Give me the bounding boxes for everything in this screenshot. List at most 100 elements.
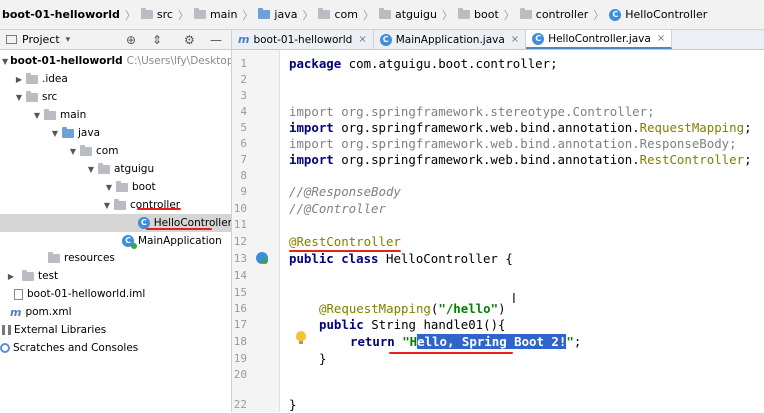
- tree-item-idea[interactable]: ▶ .idea: [0, 70, 231, 88]
- line-number: 3: [240, 89, 247, 102]
- source-folder-icon: [62, 126, 74, 138]
- tree-item-controller[interactable]: ▼ controller: [0, 196, 231, 214]
- tree-item-scratches[interactable]: Scratches and Consoles: [0, 339, 231, 357]
- code-token: String handle01(){: [363, 317, 506, 332]
- expand-right-icon[interactable]: ▶: [14, 75, 24, 84]
- breadcrumb-java[interactable]: java: [258, 8, 297, 21]
- tab-mainapplication[interactable]: C MainApplication.java ×: [374, 30, 527, 49]
- code-line-19: }: [319, 351, 326, 367]
- breadcrumb-src[interactable]: src: [140, 8, 173, 21]
- breadcrumb-separator-icon: 〉: [177, 8, 189, 22]
- tree-label: boot-01-helloworld.iml: [27, 288, 146, 300]
- maven-icon: m: [238, 33, 250, 46]
- line-number: 18: [233, 335, 247, 348]
- breadcrumb-hellocontroller[interactable]: C HelloController: [609, 8, 707, 21]
- tab-label: HelloController.java: [548, 32, 651, 45]
- intention-bulb-icon[interactable]: [296, 331, 306, 344]
- tree-item-main[interactable]: ▼ main: [0, 106, 231, 124]
- tree-item-iml[interactable]: boot-01-helloworld.iml: [0, 285, 231, 303]
- locate-icon[interactable]: ⊕: [126, 33, 136, 47]
- tree-item-java[interactable]: ▼ java: [0, 124, 231, 142]
- code-annotation: @RequestMapping: [319, 301, 431, 316]
- code-token: ;: [744, 120, 752, 135]
- tab-label: MainApplication.java: [395, 33, 505, 46]
- tree-item-src[interactable]: ▼ src: [0, 88, 231, 106]
- line-number: 8: [240, 169, 247, 182]
- breadcrumb-main[interactable]: main: [193, 8, 237, 21]
- class-icon: C: [379, 33, 392, 46]
- close-icon[interactable]: ×: [358, 34, 366, 45]
- gear-icon[interactable]: ⚙: [184, 33, 195, 47]
- project-view-icon: [6, 35, 17, 44]
- folder-icon: [26, 72, 38, 84]
- close-icon[interactable]: ×: [511, 34, 519, 45]
- line-number: 15: [233, 286, 247, 299]
- expand-down-icon[interactable]: ▼: [86, 165, 96, 174]
- breadcrumb-separator-icon: 〉: [124, 8, 136, 22]
- code-editor[interactable]: package com.atguigu.boot.controller; imp…: [280, 50, 764, 412]
- line-number: 11: [233, 218, 247, 231]
- expand-down-icon[interactable]: ▼: [68, 147, 78, 156]
- tree-label: test: [38, 270, 59, 282]
- code-token: package: [289, 56, 342, 71]
- breadcrumb-com[interactable]: com: [318, 8, 358, 21]
- expand-down-icon[interactable]: ▼: [50, 129, 60, 138]
- tree-item-com[interactable]: ▼ com: [0, 142, 231, 160]
- code-line-7: import org.springframework.web.bind.anno…: [289, 152, 752, 168]
- tab-pom[interactable]: m boot-01-helloworld ×: [232, 30, 374, 49]
- code-token: ;: [573, 334, 582, 349]
- code-line-18: return "Hello, Spring Boot 2!";: [350, 334, 581, 350]
- tree-item-root[interactable]: ▼ boot-01-helloworld C:\Users\lfy\Deskto…: [0, 52, 231, 70]
- tree-item-resources[interactable]: resources: [0, 249, 231, 267]
- tree-label: External Libraries: [14, 324, 107, 336]
- expand-down-icon[interactable]: ▼: [2, 57, 8, 66]
- line-number: 6: [240, 137, 247, 150]
- expand-down-icon[interactable]: ▼: [104, 183, 114, 192]
- tree-item-atguigu[interactable]: ▼ atguigu: [0, 160, 231, 178]
- annotation-underline: [146, 228, 212, 230]
- breadcrumb-separator-icon: 〉: [362, 8, 374, 22]
- tree-item-test[interactable]: ▶ test: [0, 267, 231, 285]
- tree-label: boot-01-helloworld: [10, 55, 123, 67]
- tree-item-mainapplication[interactable]: C MainApplication: [0, 232, 231, 250]
- tree-label: com: [96, 145, 119, 157]
- collapse-icon[interactable]: ⇕: [152, 33, 162, 47]
- code-token: com.atguigu.boot.controller;: [341, 56, 558, 71]
- tab-hellocontroller[interactable]: C HelloController.java ×: [526, 30, 673, 49]
- expand-down-icon[interactable]: ▼: [14, 93, 24, 102]
- breadcrumb-separator-icon: 〉: [302, 8, 314, 22]
- expand-right-icon[interactable]: ▶: [6, 272, 16, 281]
- expand-down-icon[interactable]: ▼: [102, 201, 112, 210]
- code-token: RestController: [639, 152, 745, 167]
- tab-label: boot-01-helloworld: [253, 33, 353, 46]
- expand-down-icon[interactable]: ▼: [32, 111, 42, 120]
- hide-icon[interactable]: —: [210, 33, 222, 47]
- code-token: public: [319, 317, 364, 332]
- code-token: RequestMapping: [639, 120, 745, 135]
- tree-label: MainApplication: [138, 235, 222, 247]
- code-token: }: [289, 397, 297, 412]
- breadcrumb-project[interactable]: boot-01-helloworld: [2, 8, 120, 21]
- package-icon: [98, 162, 110, 174]
- folder-icon: [193, 8, 206, 19]
- annotation-underline: [289, 250, 401, 252]
- line-number: 1: [240, 57, 247, 70]
- tree-item-pom[interactable]: m pom.xml: [0, 303, 231, 321]
- breadcrumb-controller[interactable]: controller: [519, 8, 588, 21]
- tree-label: .idea: [42, 73, 68, 85]
- tree-label: main: [60, 109, 87, 121]
- maven-icon: m: [10, 305, 22, 319]
- code-token: HelloController {: [378, 251, 513, 266]
- breadcrumb-boot[interactable]: boot: [458, 8, 499, 21]
- code-line-10: //@Controller: [289, 201, 386, 217]
- editor-tabs: m boot-01-helloworld × C MainApplication…: [232, 30, 764, 50]
- project-panel-title[interactable]: Project: [22, 33, 60, 46]
- tree-item-boot[interactable]: ▼ boot: [0, 178, 231, 196]
- breadcrumb-atguigu[interactable]: atguigu: [378, 8, 437, 21]
- code-line-9: //@ResponseBody: [289, 184, 401, 200]
- code-token: }: [319, 351, 327, 366]
- close-icon[interactable]: ×: [657, 33, 665, 44]
- breadcrumb-separator-icon: 〉: [242, 8, 254, 22]
- tree-item-external-libraries[interactable]: External Libraries: [0, 321, 231, 339]
- view-dropdown-icon[interactable]: ▾: [66, 35, 71, 45]
